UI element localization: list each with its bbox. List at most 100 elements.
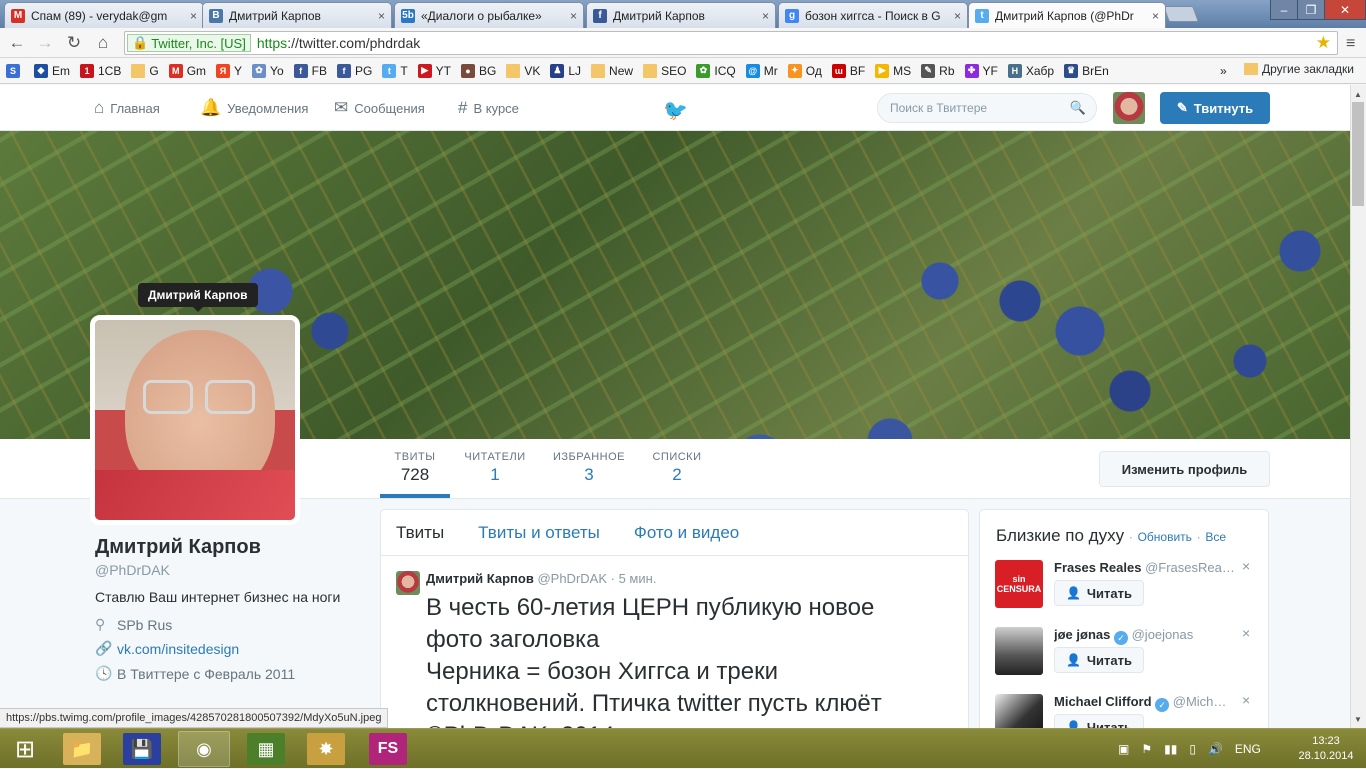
other-bookmarks-folder[interactable]: Другие закладки (1244, 62, 1354, 76)
back-icon[interactable]: ← (6, 32, 28, 54)
bookmark-item[interactable]: H Хабр (1007, 63, 1054, 78)
bookmark-item[interactable]: ✿ ICQ (696, 63, 736, 78)
bookmark-item[interactable]: ◆ Em (34, 63, 70, 78)
dismiss-icon[interactable]: × (1242, 625, 1250, 641)
user-avatar[interactable]: sin CENSURA (995, 560, 1043, 608)
nav-envelope[interactable]: ✉ Сообщения (334, 85, 425, 131)
tab-close-icon[interactable]: × (1152, 9, 1159, 23)
new-tab-button[interactable] (1163, 6, 1199, 22)
battery-icon[interactable]: ▯ (1189, 742, 1196, 756)
user-name-row[interactable]: Michael Clifford ✓ @Mich… (1054, 694, 1234, 712)
maximize-icon[interactable]: ❐ (1297, 0, 1325, 20)
twitter-bird-icon[interactable]: 🐦 (663, 98, 688, 123)
bookmark-item[interactable]: New (591, 63, 633, 78)
tweet-button[interactable]: ✎ Твитнуть (1160, 92, 1270, 124)
browser-tab[interactable]: t Дмитрий Карпов (@PhDr × (968, 2, 1166, 28)
minimize-icon[interactable]: – (1270, 0, 1298, 20)
address-bar[interactable]: 🔒 Twitter, Inc. [US] https://twitter.com/… (124, 31, 1338, 55)
fs-app-icon[interactable]: FS (369, 733, 407, 765)
bookmark-item[interactable]: ● BG (461, 63, 496, 78)
tab-close-icon[interactable]: × (570, 9, 577, 23)
browser-tab[interactable]: 5b «Диалоги о рыбалке» × (394, 2, 584, 28)
bookmark-item[interactable]: 1 1CB (80, 63, 121, 78)
bookmark-item[interactable]: VK (506, 63, 540, 78)
bookmark-star-icon[interactable]: ★ (1316, 33, 1331, 53)
search-input[interactable]: Поиск в Твиттере 🔍 (877, 93, 1097, 123)
language-indicator[interactable]: ENG (1235, 742, 1261, 756)
profile-name[interactable]: Дмитрий Карпов (95, 536, 261, 559)
browser-tab[interactable]: f Дмитрий Карпов × (586, 2, 776, 28)
close-window-icon[interactable]: ✕ (1324, 0, 1366, 20)
scroll-up-icon[interactable]: ▲ (1350, 86, 1366, 102)
image-editor-icon[interactable]: ✸ (307, 733, 345, 765)
bookmark-item[interactable]: ɯ BF (831, 63, 865, 78)
bookmark-item[interactable]: S (6, 63, 24, 78)
tab-close-icon[interactable]: × (378, 9, 385, 23)
tweet-avatar[interactable] (396, 571, 420, 595)
timeline-tab[interactable]: Твиты и ответы (478, 523, 600, 543)
follow-button[interactable]: 👤 Читать (1054, 647, 1144, 673)
browser-tab[interactable]: M Спам (89) - verydak@gm × (4, 2, 204, 28)
bookmark-item[interactable]: tT (382, 63, 408, 78)
user-name[interactable]: jøe jønas (1054, 627, 1110, 642)
bookmark-item[interactable]: ✦ Од (787, 63, 822, 78)
scrollbar-thumb[interactable] (1352, 102, 1364, 206)
bookmark-item[interactable]: ▶ MS (875, 63, 911, 78)
volume-icon[interactable]: 🔊 (1208, 742, 1223, 756)
tweet-author-name[interactable]: Дмитрий Карпов (426, 571, 534, 586)
user-handle[interactable]: @joejonas (1132, 627, 1194, 642)
nav-bell[interactable]: 🔔 Уведомления (200, 85, 308, 131)
profile-handle[interactable]: @PhDrDAK (95, 562, 170, 578)
profile-avatar[interactable] (90, 315, 300, 525)
timeline-tab[interactable]: Фото и видео (634, 523, 739, 543)
wtf-view-all-link[interactable]: Все (1205, 530, 1226, 544)
search-icon[interactable]: 🔍 (1070, 100, 1086, 116)
bookmark-item[interactable]: ✤ YF (964, 63, 998, 78)
bookmark-item[interactable]: ▶ YT (417, 63, 451, 78)
bookmark-item[interactable]: ЯY (216, 63, 242, 78)
user-name-row[interactable]: Frases Reales @FrasesRea… (1054, 560, 1234, 575)
user-handle[interactable]: @FrasesRea… (1145, 560, 1234, 575)
user-avatar[interactable] (995, 627, 1043, 675)
browser-menu-icon[interactable]: ≡ (1346, 35, 1355, 53)
user-handle[interactable]: @Mich… (1173, 694, 1227, 709)
browser-tab[interactable]: B Дмитрий Карпов × (202, 2, 392, 28)
account-avatar[interactable] (1113, 92, 1145, 124)
chrome-icon[interactable]: ◉ (178, 731, 230, 767)
edit-profile-button[interactable]: Изменить профиль (1099, 451, 1270, 487)
dismiss-icon[interactable]: × (1242, 692, 1250, 708)
scroll-down-icon[interactable]: ▼ (1350, 711, 1366, 727)
stat-favorites[interactable]: ИЗБРАННОЕ 3 (548, 451, 630, 485)
tab-close-icon[interactable]: × (954, 9, 961, 23)
bookmark-item[interactable]: M Gm (168, 63, 206, 78)
user-name[interactable]: Frases Reales (1054, 560, 1141, 575)
bookmark-item[interactable]: ✿ Yo (252, 63, 284, 78)
tab-close-icon[interactable]: × (190, 9, 197, 23)
bookmark-item[interactable]: ♛ BrEn (1064, 63, 1109, 78)
start-icon[interactable]: ⊞ (0, 731, 50, 767)
website-link[interactable]: vk.com/insitedesign (117, 641, 239, 657)
file-explorer-icon[interactable]: 📁 (63, 733, 101, 765)
user-name-row[interactable]: jøe jønas ✓ @joejonas (1054, 627, 1234, 645)
stat-tweets[interactable]: ТВИТЫ 728 (380, 451, 450, 485)
nav-home[interactable]: ⌂ Главная (94, 85, 160, 131)
bookmark-item[interactable]: f PG (336, 63, 372, 78)
bookmark-item[interactable]: ✎ Rb (921, 63, 955, 78)
tab-close-icon[interactable]: × (762, 9, 769, 23)
ev-certificate-badge[interactable]: 🔒 Twitter, Inc. [US] (127, 34, 251, 52)
browser-tab[interactable]: g бозон хиггса - Поиск в G × (778, 2, 968, 28)
network-icon[interactable]: ▮▮ (1164, 742, 1177, 756)
wtf-refresh-link[interactable]: Обновить (1138, 530, 1192, 544)
bookmark-item[interactable]: G (131, 63, 159, 78)
user-name[interactable]: Michael Clifford (1054, 694, 1152, 709)
bookmark-item[interactable]: SEO (643, 63, 686, 78)
action-center-flag-icon[interactable]: ⚑ (1141, 742, 1152, 756)
url-text[interactable]: https://twitter.com/phdrdak (257, 35, 420, 51)
bookmarks-overflow-icon[interactable]: » (1220, 64, 1227, 78)
bookmark-item[interactable]: @ Mr (745, 63, 778, 78)
follow-button[interactable]: 👤 Читать (1054, 580, 1144, 606)
nav-hashtag[interactable]: # В курсе (458, 85, 519, 131)
spreadsheet-icon[interactable]: ▦ (247, 733, 285, 765)
taskbar-clock[interactable]: 13:23 28.10.2014 (1296, 734, 1356, 764)
bookmark-item[interactable]: f FB (293, 63, 327, 78)
